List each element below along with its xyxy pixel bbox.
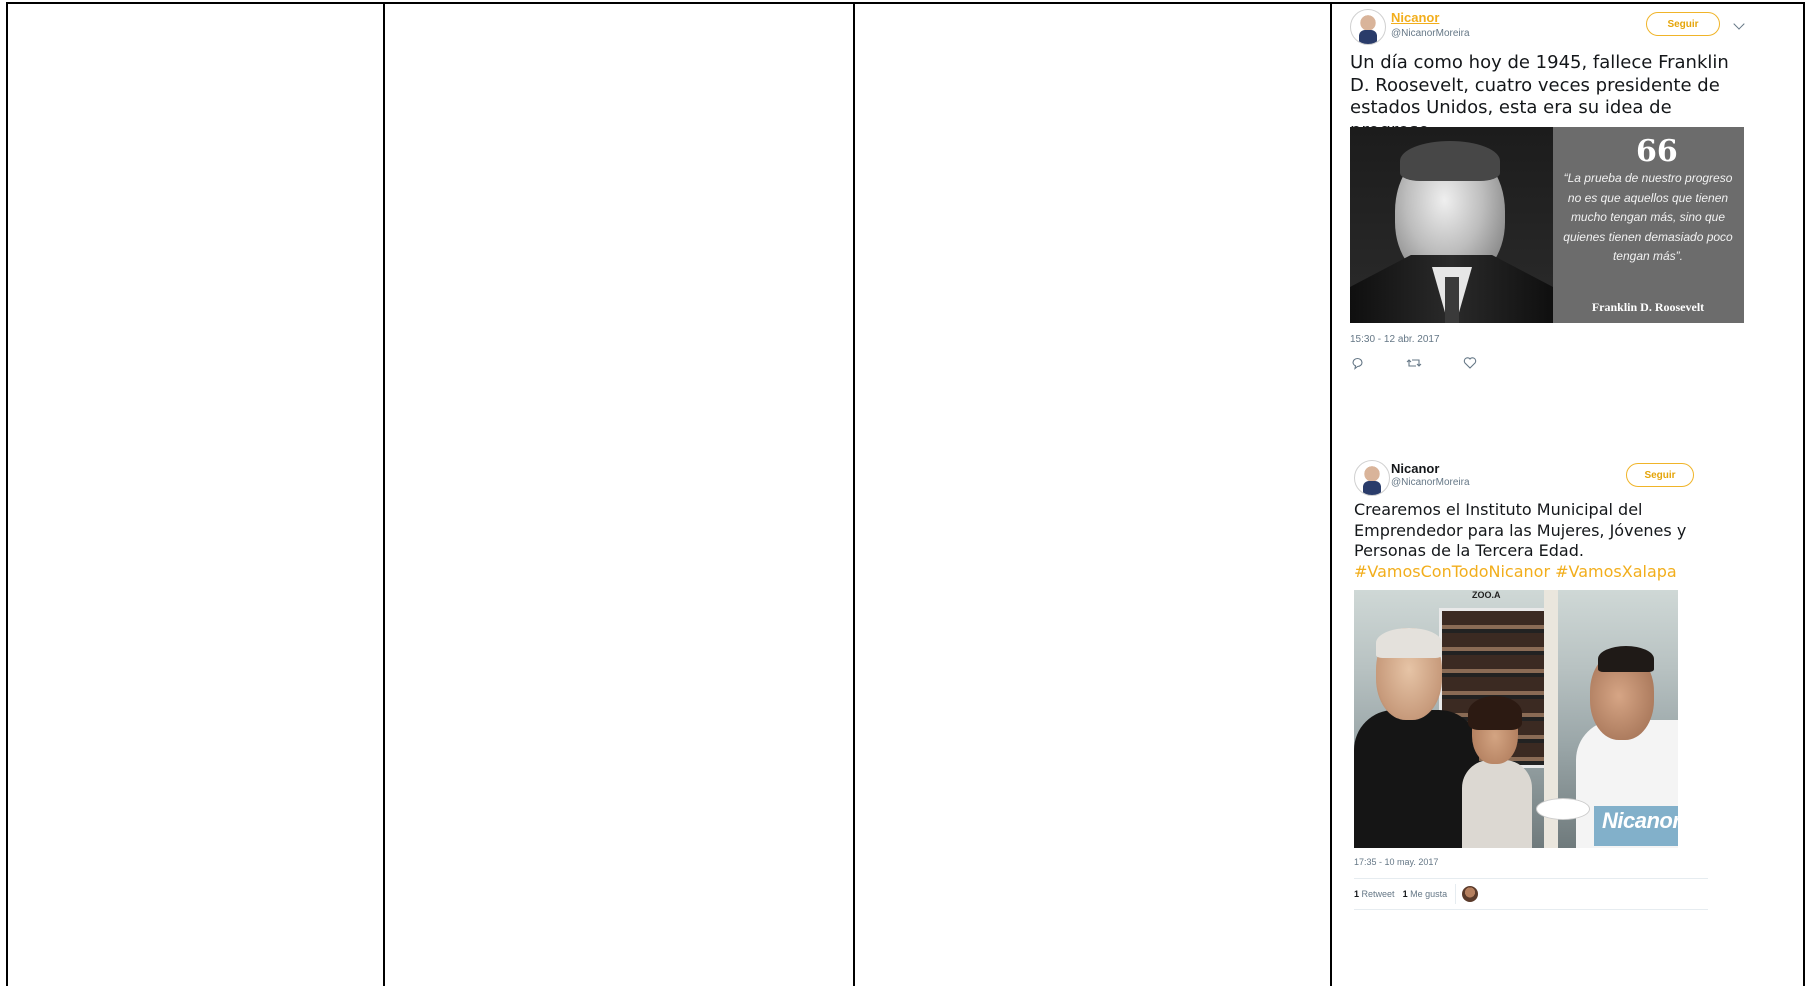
empty-cell-1 <box>8 4 383 986</box>
liker-avatar[interactable] <box>1462 886 1479 902</box>
retweet-icon[interactable] <box>1406 356 1422 370</box>
avatar[interactable] <box>1354 460 1390 496</box>
page-frame: Nicanor @NicanorMoreira Seguir Un día co… <box>0 0 1805 986</box>
follow-button[interactable]: Seguir <box>1626 463 1694 487</box>
tweet-card-2: Nicanor @NicanorMoreira Seguir Crearemos… <box>1332 440 1802 920</box>
avatar[interactable] <box>1350 9 1386 45</box>
author-handle: @NicanorMoreira <box>1391 477 1470 488</box>
hashtag-links[interactable]: #VamosConTodoNicanor #VamosXalapa <box>1354 562 1677 581</box>
retweet-count[interactable]: 1 Retweet <box>1354 889 1395 899</box>
quote-image-card[interactable]: 66 “La prueba de nuestro progreso no es … <box>1350 127 1744 323</box>
quote-text: “La prueba de nuestro progreso no es que… <box>1563 171 1733 263</box>
tweet-actions <box>1350 356 1478 370</box>
tweet-timestamp[interactable]: 17:35 - 10 may. 2017 <box>1354 857 1438 867</box>
like-count[interactable]: 1 Me gusta <box>1403 889 1448 899</box>
author-name-link[interactable]: Nicanor <box>1391 10 1439 25</box>
author-handle: @NicanorMoreira <box>1391 28 1470 39</box>
author-name[interactable]: Nicanor <box>1391 461 1439 476</box>
tweet-card-1: Nicanor @NicanorMoreira Seguir Un día co… <box>1332 4 1802 404</box>
quote-mark-icon: 66 <box>1636 134 1678 169</box>
tweet-text: Crearemos el Instituto Municipal del Emp… <box>1354 500 1714 582</box>
empty-cell-3 <box>855 4 1330 986</box>
reply-icon[interactable] <box>1350 356 1366 370</box>
stats-divider <box>1455 884 1457 904</box>
shop-sign: ZOO.A <box>1472 590 1501 600</box>
tweet-photo[interactable]: ZOO.A Nicanor <box>1354 590 1678 848</box>
photo-watermark: Nicanor <box>1602 808 1678 833</box>
roosevelt-portrait <box>1350 127 1553 323</box>
follow-button[interactable]: Seguir <box>1646 12 1720 36</box>
empty-cell-2 <box>385 4 853 986</box>
tweet-timestamp[interactable]: 15:30 - 12 abr. 2017 <box>1350 334 1440 345</box>
food-plate <box>1536 798 1590 820</box>
like-icon[interactable] <box>1462 356 1478 370</box>
chevron-down-icon[interactable] <box>1733 18 1745 30</box>
quote-author: Franklin D. Roosevelt <box>1591 300 1705 314</box>
tweet-stats: 1 Retweet 1 Me gusta <box>1354 878 1708 910</box>
tweet-text-body: Crearemos el Instituto Municipal del Emp… <box>1354 500 1687 560</box>
